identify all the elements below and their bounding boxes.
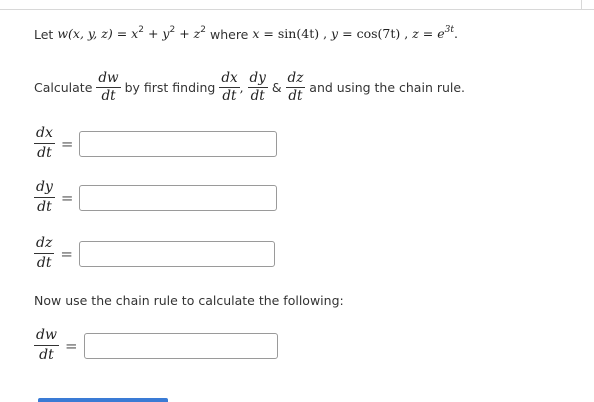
frac-dx-num: dx: [221, 70, 238, 86]
frac-dy-den: dt: [250, 88, 265, 104]
problem-period: .: [454, 26, 458, 41]
z-def-exp: 3t: [444, 25, 454, 35]
answer-dw-equals: =: [64, 336, 78, 355]
answer-row-dz: dz dt =: [34, 234, 275, 273]
frac-dw-num: dw: [98, 70, 119, 86]
x-def-var: x: [252, 26, 260, 41]
where-text: where: [209, 27, 249, 42]
answer-dx-num: dx: [36, 125, 53, 141]
frac-dz-num: dz: [287, 70, 304, 86]
x-def-eq: =: [263, 26, 274, 41]
chain-rule-prompt: Now use the chain rule to calculate the …: [34, 292, 344, 308]
dx-dt-answer-input[interactable]: [79, 130, 278, 157]
instr-comma: ,: [239, 80, 244, 95]
answer-dw-den: dt: [39, 347, 54, 363]
answer-dx-den: dt: [37, 145, 52, 161]
y-def-fn: cos: [356, 26, 378, 41]
x-def-fn: sin: [277, 26, 297, 41]
dy-dt-answer-input[interactable]: [79, 184, 278, 211]
y-def-eq: =: [342, 26, 353, 41]
answer-dy-equals: =: [60, 188, 74, 207]
z-def-eq: =: [422, 26, 434, 41]
frac-dw-dt: dw dt: [96, 70, 121, 105]
y-def-var: y: [331, 26, 339, 41]
by-first-finding-text: by first finding: [124, 80, 216, 95]
submit-button-edge[interactable]: [38, 398, 168, 402]
answer-dz-equals: =: [60, 244, 73, 263]
frac-dx-dt: dx dt: [219, 70, 240, 105]
answer-frac-dz: dz dt: [34, 234, 55, 273]
z-def-base: e: [437, 26, 445, 41]
term-z-exp: 2: [200, 25, 206, 35]
sep-2: ,: [404, 26, 409, 41]
frac-dz-dt: dz dt: [285, 70, 306, 105]
answer-dx-equals: =: [60, 134, 74, 153]
answer-row-dy: dy dt =: [34, 178, 278, 217]
plus-2: +: [179, 26, 190, 41]
answer-dy-den: dt: [37, 199, 52, 215]
instruction-line: Calculate dw dt by first finding dx dt ,…: [34, 70, 465, 105]
frac-dy-dt: dy dt: [247, 70, 268, 105]
frac-dw-den: dt: [101, 88, 116, 104]
dw-dt-answer-input[interactable]: [83, 332, 278, 359]
frac-dy-num: dy: [249, 70, 266, 86]
sep-1: ,: [323, 26, 328, 41]
answer-frac-dy: dy dt: [34, 178, 55, 217]
answer-frac-dw: dw dt: [34, 326, 59, 365]
answer-dw-num: dw: [36, 327, 57, 343]
top-divider-notch: [581, 0, 590, 9]
answer-row-dx: dx dt =: [34, 124, 278, 163]
dz-dt-answer-input[interactable]: [78, 240, 275, 267]
frac-dz-den: dt: [288, 88, 303, 104]
answer-row-dw: dw dt =: [34, 326, 278, 365]
top-divider: [0, 0, 594, 10]
term-y-exp: 2: [169, 25, 176, 35]
plus-1: +: [147, 26, 159, 41]
problem-statement: Let w(x, y, z) = x2 + y2 + z2 where x = …: [34, 25, 458, 43]
problem-intro: Let: [34, 27, 54, 42]
chain-rule-tail-text: and using the chain rule.: [309, 80, 466, 95]
answer-dz-den: dt: [36, 255, 52, 271]
calculate-text: Calculate: [34, 80, 93, 95]
function-lhs: w(x, y, z): [57, 26, 113, 41]
function-equals: =: [116, 26, 128, 41]
answer-dz-num: dz: [36, 235, 53, 251]
amp-text: &: [271, 80, 282, 95]
answer-dy-num: dy: [36, 179, 53, 195]
frac-dx-den: dt: [222, 88, 237, 104]
x-def-arg: (4t): [296, 26, 320, 41]
answer-frac-dx: dx dt: [34, 124, 55, 163]
term-x-exp: 2: [138, 25, 144, 35]
z-def-var: z: [412, 26, 419, 41]
chain-rule-prompt-text: Now use the chain rule to calculate the …: [34, 293, 344, 308]
y-def-arg: (7t): [377, 26, 401, 41]
